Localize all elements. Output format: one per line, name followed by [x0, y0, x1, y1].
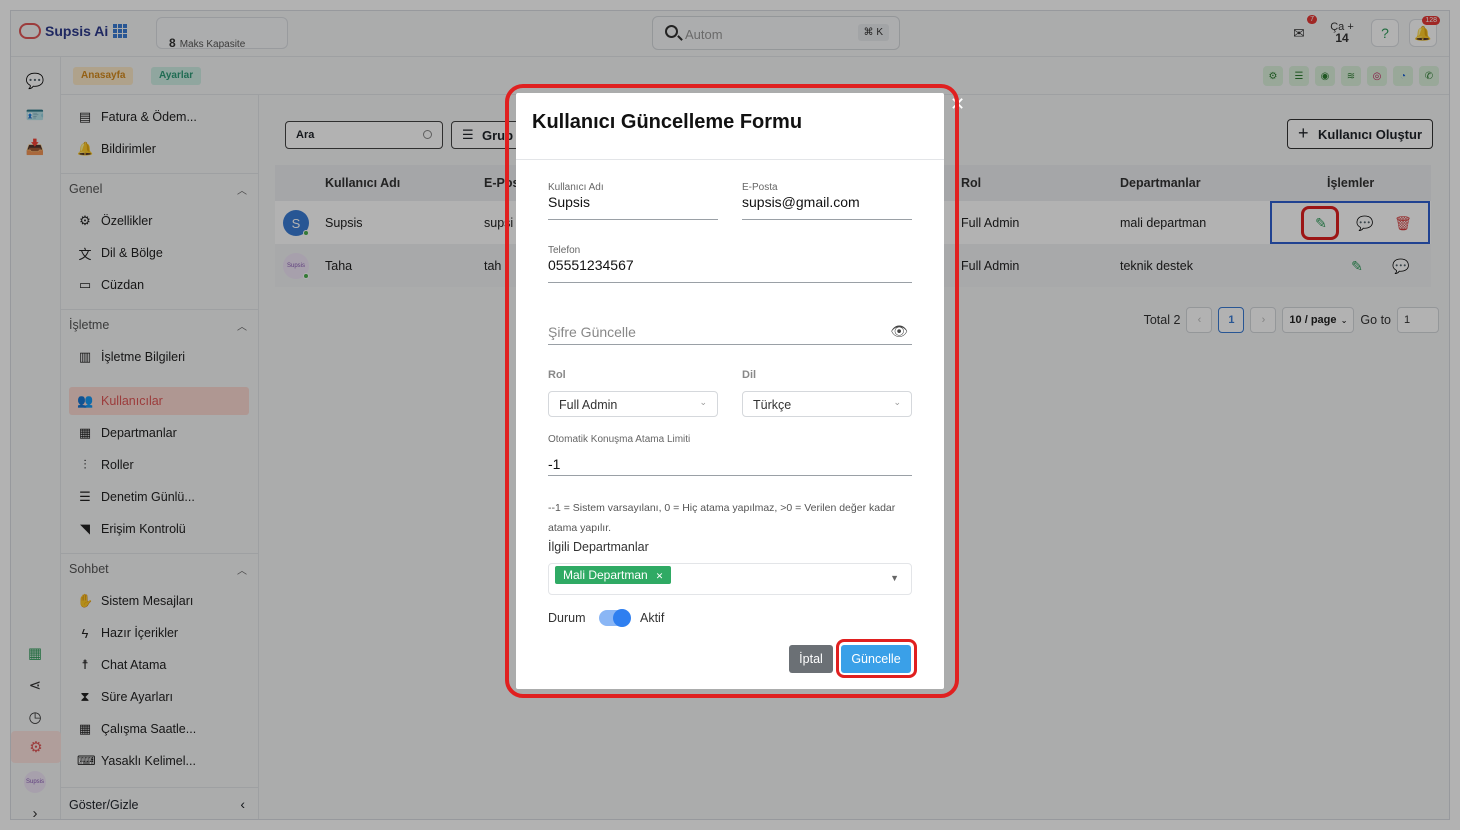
modal-highlight: [505, 84, 959, 698]
update-button-highlight: [836, 639, 917, 678]
